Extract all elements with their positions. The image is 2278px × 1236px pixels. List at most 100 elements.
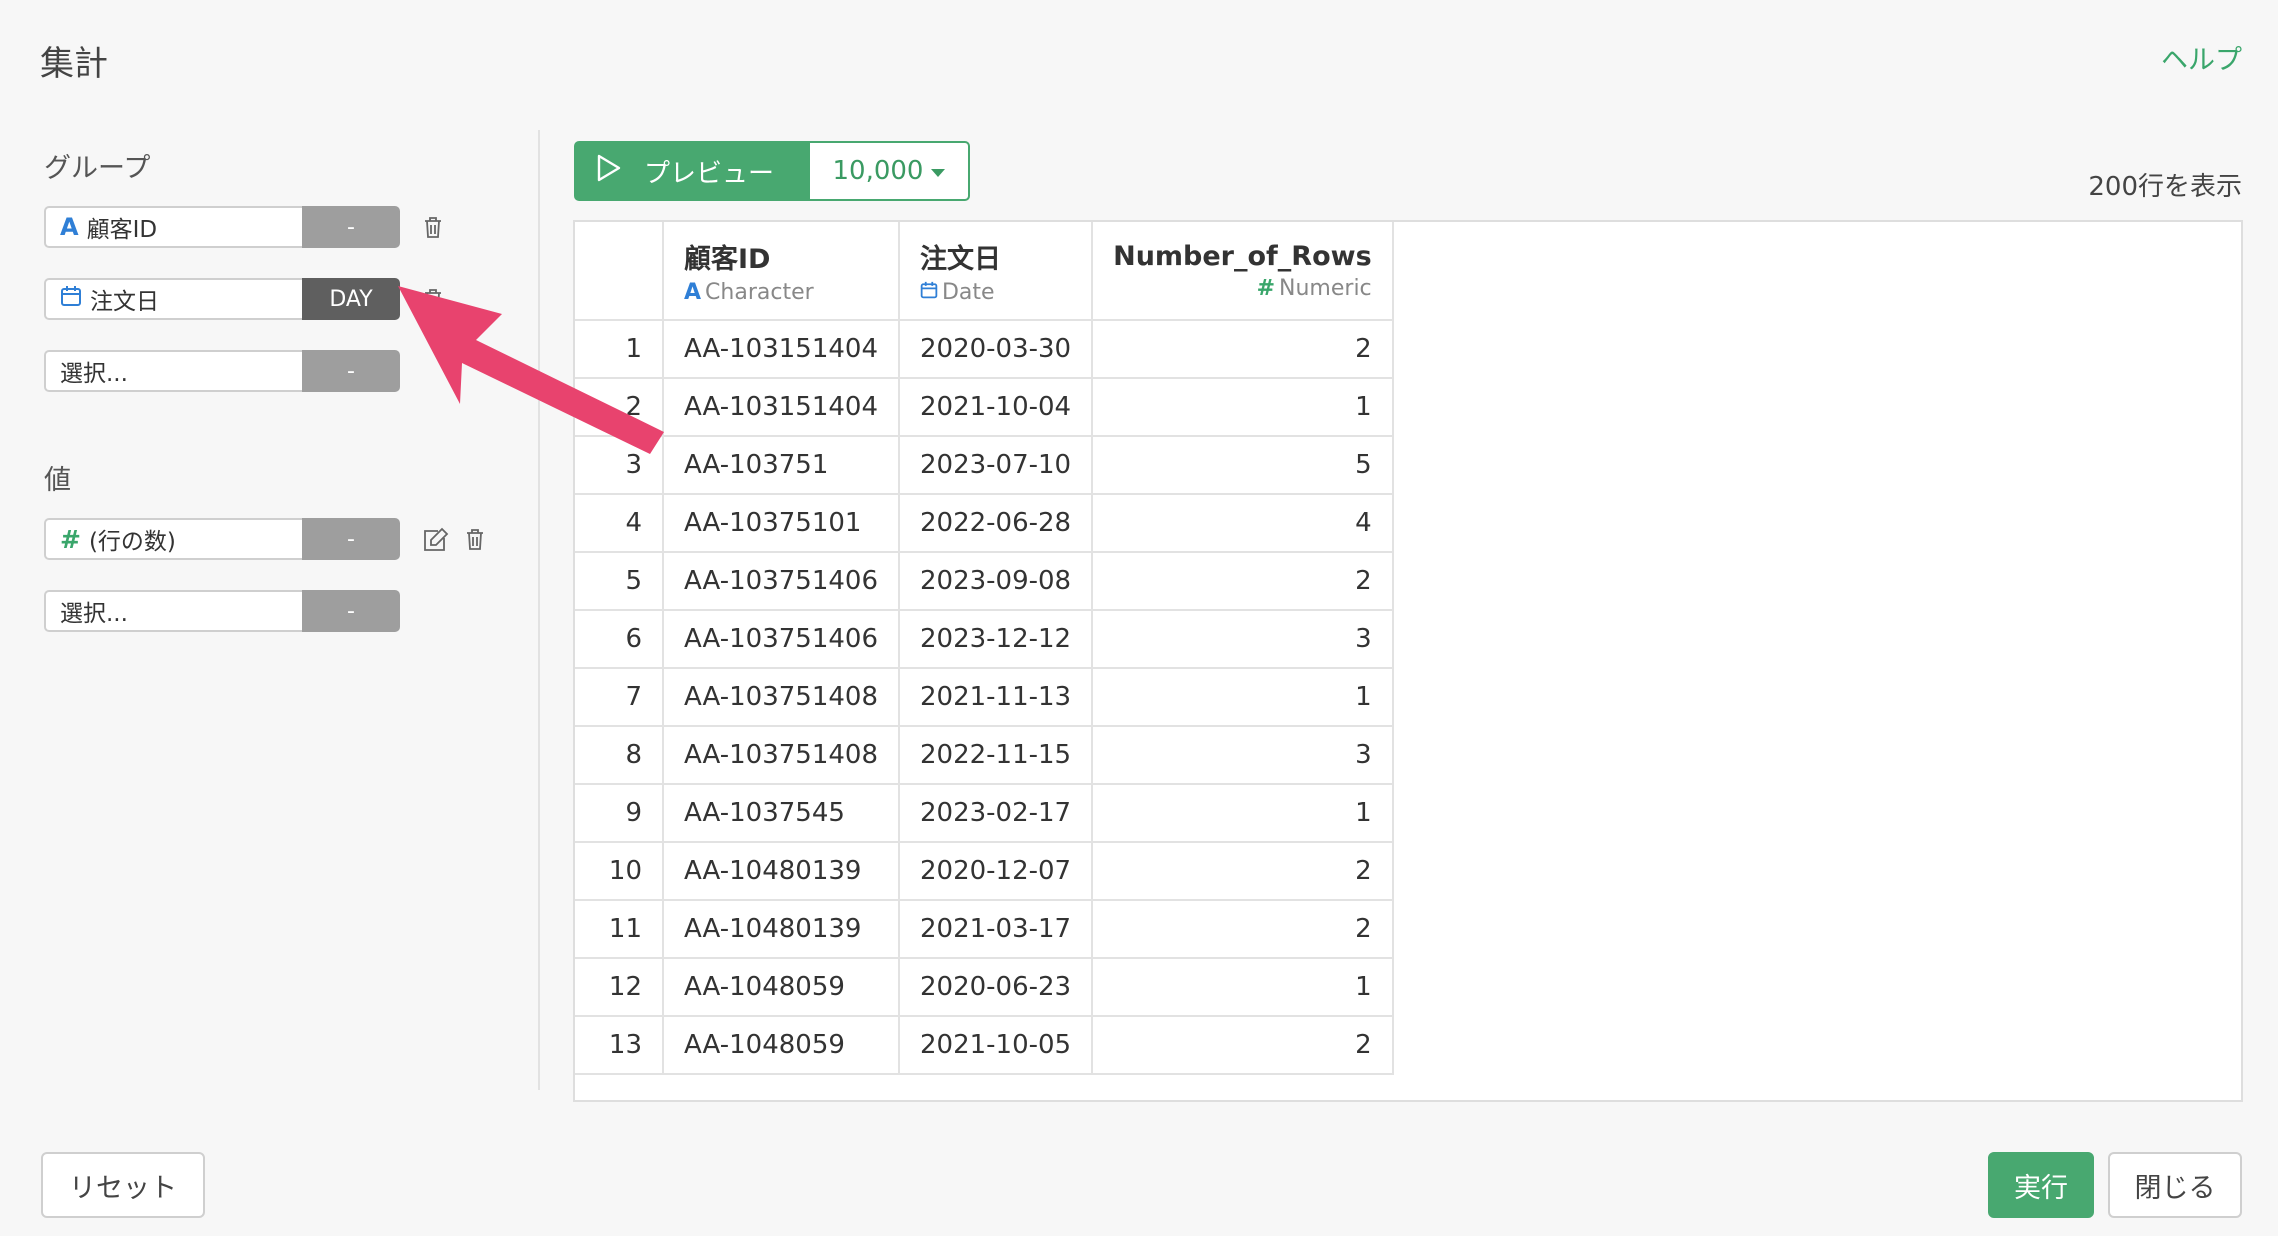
column-header-number-of-rows[interactable]: Number_of_Rows # Numeric	[1092, 222, 1394, 321]
preview-button[interactable]: プレビュー	[574, 141, 808, 201]
cell-order-date: 2021-10-05	[898, 1016, 1094, 1075]
group-field-modifier[interactable]: -	[302, 350, 400, 392]
column-header-customer-id[interactable]: 顧客ID A Character	[663, 222, 900, 321]
trash-icon[interactable]	[422, 215, 444, 239]
column-name: 顧客ID	[684, 243, 771, 275]
calendar-icon	[920, 280, 938, 305]
cell-number-of-rows: 1	[1092, 958, 1394, 1017]
group-field-empty: 選択... -	[44, 350, 400, 392]
cell-order-date: 2023-07-10	[898, 436, 1094, 495]
value-field-row-count: # (行の数) -	[44, 518, 486, 560]
cell-order-date: 2021-10-04	[898, 378, 1094, 437]
row-index: 1	[575, 320, 664, 379]
cell-order-date: 2022-06-28	[898, 494, 1094, 553]
group-field-modifier[interactable]: -	[302, 206, 400, 248]
group-field-name: 注文日	[90, 289, 159, 315]
row-index-header	[575, 222, 664, 321]
cell-customer-id: AA-1037545	[663, 784, 900, 843]
row-index: 5	[575, 552, 664, 611]
rows-shown-label: 200行を表示	[2088, 172, 2242, 202]
settings-panel: グループ A 顧客ID - 注文日 DAY 選択... - 値 # (行の数) …	[0, 130, 540, 1090]
table-row: 11 AA-10480139 2021-03-17 2	[575, 900, 1394, 959]
cell-customer-id: AA-10375101	[663, 494, 900, 553]
value-field-modifier[interactable]: -	[302, 518, 400, 560]
table-row: 3 AA-103751 2023-07-10 5	[575, 436, 1394, 495]
group-field-select[interactable]: 注文日	[44, 278, 302, 320]
cell-number-of-rows: 2	[1092, 900, 1394, 959]
column-type-label: Date	[941, 279, 995, 305]
table-row: 8 AA-103751408 2022-11-15 3	[575, 726, 1394, 785]
table-row: 1 AA-103151404 2020-03-30 2	[575, 320, 1394, 379]
row-index: 7	[575, 668, 664, 727]
character-icon: A	[60, 213, 79, 241]
cell-customer-id: AA-103151404	[663, 378, 900, 437]
value-field-name: (行の数)	[88, 529, 176, 555]
cell-order-date: 2023-12-12	[898, 610, 1094, 669]
row-index: 4	[575, 494, 664, 553]
close-button[interactable]: 閉じる	[2108, 1152, 2242, 1218]
cell-number-of-rows: 2	[1092, 552, 1394, 611]
column-type-label: Character	[705, 279, 814, 305]
row-index: 9	[575, 784, 664, 843]
preview-table[interactable]: 顧客ID A Character 注文日 Date Number_of_Rows…	[573, 220, 2243, 1102]
table-row: 7 AA-103751408 2021-11-13 1	[575, 668, 1394, 727]
table-row: 2 AA-103151404 2021-10-04 1	[575, 378, 1394, 437]
cell-number-of-rows: 2	[1092, 320, 1394, 379]
cell-number-of-rows: 2	[1092, 1016, 1394, 1075]
group-field-name: 顧客ID	[86, 217, 158, 243]
cell-number-of-rows: 1	[1092, 668, 1394, 727]
cell-customer-id: AA-1048059	[663, 1016, 900, 1075]
cell-customer-id: AA-103751408	[663, 668, 900, 727]
group-select-input[interactable]: 選択...	[44, 350, 302, 392]
cell-customer-id: AA-103751406	[663, 610, 900, 669]
cell-customer-id: AA-10480139	[663, 842, 900, 901]
table-header-row: 顧客ID A Character 注文日 Date Number_of_Rows…	[575, 222, 1394, 321]
trash-icon[interactable]	[422, 287, 444, 311]
cell-order-date: 2022-11-15	[898, 726, 1094, 785]
column-name: Number_of_Rows	[1113, 240, 1372, 272]
cell-number-of-rows: 1	[1092, 784, 1394, 843]
cell-order-date: 2023-02-17	[898, 784, 1094, 843]
preview-limit-dropdown[interactable]: 10,000	[808, 141, 970, 201]
table-row: 10 AA-10480139 2020-12-07 2	[575, 842, 1394, 901]
preview-label: プレビュー	[644, 158, 775, 189]
hash-icon: #	[60, 524, 81, 554]
cell-customer-id: AA-103751406	[663, 552, 900, 611]
reset-button[interactable]: リセット	[41, 1152, 205, 1218]
row-index: 12	[575, 958, 664, 1017]
column-header-order-date[interactable]: 注文日 Date	[898, 222, 1094, 321]
cell-order-date: 2020-12-07	[898, 842, 1094, 901]
cell-number-of-rows: 4	[1092, 494, 1394, 553]
cell-number-of-rows: 5	[1092, 436, 1394, 495]
play-icon	[596, 154, 622, 189]
cell-customer-id: AA-10480139	[663, 900, 900, 959]
cell-order-date: 2021-11-13	[898, 668, 1094, 727]
trash-icon[interactable]	[464, 527, 486, 551]
group-field-select[interactable]: A 顧客ID	[44, 206, 302, 248]
cell-order-date: 2021-03-17	[898, 900, 1094, 959]
table-row: 12 AA-1048059 2020-06-23 1	[575, 958, 1394, 1017]
row-index: 10	[575, 842, 664, 901]
row-index: 2	[575, 378, 664, 437]
calendar-icon	[60, 285, 82, 313]
row-index: 6	[575, 610, 664, 669]
table-row: 5 AA-103751406 2023-09-08 2	[575, 552, 1394, 611]
column-type: Date	[920, 280, 1071, 305]
value-field-modifier[interactable]: -	[302, 590, 400, 632]
value-field-select[interactable]: # (行の数)	[44, 518, 302, 560]
value-select-input[interactable]: 選択...	[44, 590, 302, 632]
edit-icon[interactable]	[422, 526, 450, 552]
cell-customer-id: AA-1048059	[663, 958, 900, 1017]
cell-order-date: 2023-09-08	[898, 552, 1094, 611]
table-row: 6 AA-103751406 2023-12-12 3	[575, 610, 1394, 669]
help-link[interactable]: ヘルプ	[2161, 38, 2242, 77]
date-unit-dropdown[interactable]: DAY	[302, 278, 400, 320]
row-index: 13	[575, 1016, 664, 1075]
cell-customer-id: AA-103151404	[663, 320, 900, 379]
caret-down-icon	[931, 168, 946, 177]
column-name: 注文日	[919, 243, 1001, 275]
column-type: # Numeric	[1113, 276, 1372, 301]
value-field-empty: 選択... -	[44, 590, 400, 632]
run-button[interactable]: 実行	[1988, 1152, 2094, 1218]
row-index: 3	[575, 436, 664, 495]
